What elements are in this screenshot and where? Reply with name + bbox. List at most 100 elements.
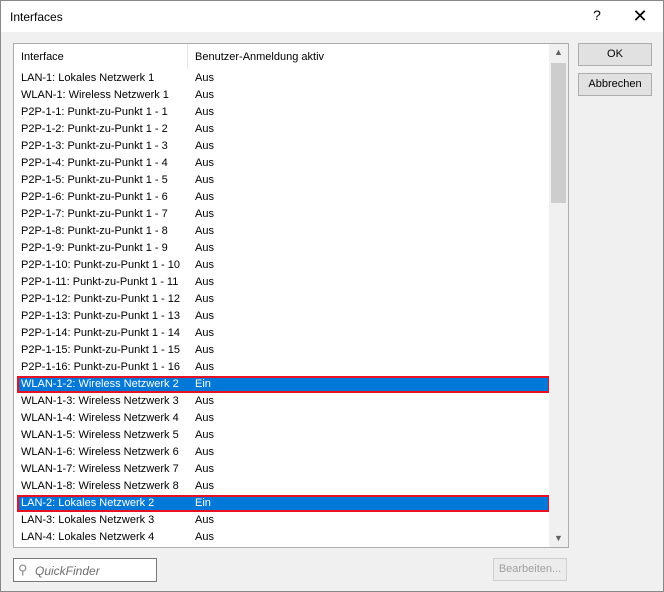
interface-cell: WLAN-1-5: Wireless Netzwerk 5 [21, 429, 179, 441]
close-button[interactable]: ✕ [623, 5, 657, 27]
login-status-cell: Aus [195, 157, 214, 169]
table-row[interactable]: WLAN-1-2: Wireless Netzwerk 2 Ein [17, 376, 550, 393]
login-status-cell: Aus [195, 327, 214, 339]
interface-cell: LAN-3: Lokales Netzwerk 3 [21, 514, 155, 526]
table-row[interactable]: WLAN-1-5: Wireless Netzwerk 5 Aus [17, 427, 550, 444]
interface-cell: P2P-1-10: Punkt-zu-Punkt 1 - 10 [21, 259, 180, 271]
table-row[interactable]: P2P-1-5: Punkt-zu-Punkt 1 - 5 Aus [17, 172, 550, 189]
cancel-button[interactable]: Abbrechen [578, 73, 652, 96]
interface-cell: WLAN-1-3: Wireless Netzwerk 3 [21, 395, 179, 407]
table-row[interactable]: P2P-1-1: Punkt-zu-Punkt 1 - 1 Aus [17, 104, 550, 121]
login-status-cell: Aus [195, 514, 214, 526]
interface-cell: WLAN-1-6: Wireless Netzwerk 6 [21, 446, 179, 458]
table-row[interactable]: WLAN-1-3: Wireless Netzwerk 3 Aus [17, 393, 550, 410]
table-row[interactable]: P2P-1-9: Punkt-zu-Punkt 1 - 9 Aus [17, 240, 550, 257]
interface-cell: WLAN-1-7: Wireless Netzwerk 7 [21, 463, 179, 475]
login-status-cell: Aus [195, 412, 214, 424]
login-status-cell: Aus [195, 395, 214, 407]
interface-cell: P2P-1-16: Punkt-zu-Punkt 1 - 16 [21, 361, 180, 373]
table-row[interactable]: WLAN-1-8: Wireless Netzwerk 8 Aus [17, 478, 550, 495]
table-row[interactable]: P2P-1-6: Punkt-zu-Punkt 1 - 6 Aus [17, 189, 550, 206]
login-status-cell: Aus [195, 310, 214, 322]
scroll-up-icon[interactable]: ▲ [549, 44, 568, 61]
table-header: Interface Benutzer-Anmeldung aktiv [14, 44, 549, 69]
interface-cell: P2P-1-6: Punkt-zu-Punkt 1 - 6 [21, 191, 168, 203]
login-status-cell: Aus [195, 191, 214, 203]
scroll-down-icon[interactable]: ▼ [549, 530, 568, 547]
login-status-cell: Aus [195, 259, 214, 271]
interfaces-table: Interface Benutzer-Anmeldung aktiv LAN-1… [13, 43, 569, 548]
vertical-scrollbar[interactable]: ▲ ▼ [549, 44, 568, 547]
table-row[interactable]: P2P-1-11: Punkt-zu-Punkt 1 - 11 Aus [17, 274, 550, 291]
interface-cell: WLAN-1-2: Wireless Netzwerk 2 [21, 378, 179, 390]
interface-cell: P2P-1-11: Punkt-zu-Punkt 1 - 11 [21, 276, 179, 288]
table-row[interactable]: P2P-1-3: Punkt-zu-Punkt 1 - 3 Aus [17, 138, 550, 155]
interface-cell: P2P-1-5: Punkt-zu-Punkt 1 - 5 [21, 174, 168, 186]
table-row[interactable]: LAN-3: Lokales Netzwerk 3 Aus [17, 512, 550, 529]
interface-cell: P2P-1-14: Punkt-zu-Punkt 1 - 14 [21, 327, 180, 339]
table-row[interactable]: P2P-1-4: Punkt-zu-Punkt 1 - 4 Aus [17, 155, 550, 172]
table-row[interactable]: P2P-1-12: Punkt-zu-Punkt 1 - 12 Aus [17, 291, 550, 308]
interface-cell: LAN-4: Lokales Netzwerk 4 [21, 531, 155, 543]
table-row[interactable]: LAN-2: Lokales Netzwerk 2 Ein [17, 495, 550, 512]
login-status-cell: Aus [195, 106, 214, 118]
title-bar: Interfaces ? ✕ [1, 1, 663, 32]
edit-button[interactable]: Bearbeiten... [493, 558, 567, 581]
login-status-cell: Aus [195, 89, 214, 101]
interface-cell: P2P-1-4: Punkt-zu-Punkt 1 - 4 [21, 157, 168, 169]
ok-button[interactable]: OK [578, 43, 652, 66]
table-row[interactable]: P2P-1-2: Punkt-zu-Punkt 1 - 2 Aus [17, 121, 550, 138]
help-button[interactable]: ? [583, 7, 611, 27]
table-row[interactable]: WLAN-1-6: Wireless Netzwerk 6 Aus [17, 444, 550, 461]
interface-cell: P2P-1-7: Punkt-zu-Punkt 1 - 7 [21, 208, 168, 220]
login-status-cell: Aus [195, 463, 214, 475]
interface-cell: LAN-1: Lokales Netzwerk 1 [21, 72, 155, 84]
column-divider[interactable] [187, 44, 188, 69]
login-status-cell: Aus [195, 174, 214, 186]
table-row[interactable]: P2P-1-16: Punkt-zu-Punkt 1 - 16 Aus [17, 359, 550, 376]
table-row[interactable]: P2P-1-13: Punkt-zu-Punkt 1 - 13 Aus [17, 308, 550, 325]
interface-cell: P2P-1-12: Punkt-zu-Punkt 1 - 12 [21, 293, 180, 305]
table-row[interactable]: P2P-1-10: Punkt-zu-Punkt 1 - 10 Aus [17, 257, 550, 274]
table-row[interactable]: LAN-4: Lokales Netzwerk 4 Aus [17, 529, 550, 546]
scrollbar-thumb[interactable] [551, 63, 566, 203]
interfaces-dialog: Interfaces ? ✕ Interface Benutzer-Anmeld… [0, 0, 664, 592]
table-row[interactable]: P2P-1-7: Punkt-zu-Punkt 1 - 7 Aus [17, 206, 550, 223]
login-status-cell: Aus [195, 140, 214, 152]
quickfinder-input[interactable]: ⚲ QuickFinder [13, 558, 157, 582]
login-status-cell: Aus [195, 276, 214, 288]
table-row[interactable]: P2P-1-14: Punkt-zu-Punkt 1 - 14 Aus [17, 325, 550, 342]
interface-cell: P2P-1-9: Punkt-zu-Punkt 1 - 9 [21, 242, 168, 254]
login-status-cell: Ein [195, 378, 211, 390]
interface-cell: P2P-1-8: Punkt-zu-Punkt 1 - 8 [21, 225, 168, 237]
login-status-cell: Aus [195, 429, 214, 441]
interface-cell: WLAN-1: Wireless Netzwerk 1 [21, 89, 169, 101]
interface-cell: P2P-1-15: Punkt-zu-Punkt 1 - 15 [21, 344, 180, 356]
login-status-cell: Aus [195, 208, 214, 220]
login-status-cell: Aus [195, 480, 214, 492]
interface-cell: WLAN-1-8: Wireless Netzwerk 8 [21, 480, 179, 492]
login-status-cell: Aus [195, 123, 214, 135]
table-row[interactable]: WLAN-1-7: Wireless Netzwerk 7 Aus [17, 461, 550, 478]
column-header-interface[interactable]: Interface [21, 51, 64, 63]
table-row[interactable]: WLAN-1: Wireless Netzwerk 1 Aus [17, 87, 550, 104]
interface-cell: P2P-1-13: Punkt-zu-Punkt 1 - 13 [21, 310, 180, 322]
table-row[interactable]: P2P-1-15: Punkt-zu-Punkt 1 - 15 Aus [17, 342, 550, 359]
login-status-cell: Aus [195, 293, 214, 305]
interface-cell: LAN-2: Lokales Netzwerk 2 [21, 497, 155, 509]
window-title: Interfaces [10, 10, 63, 24]
magnifier-icon: ⚲ [18, 562, 28, 577]
table-row[interactable]: P2P-1-8: Punkt-zu-Punkt 1 - 8 Aus [17, 223, 550, 240]
login-status-cell: Aus [195, 242, 214, 254]
login-status-cell: Aus [195, 72, 214, 84]
interface-cell: P2P-1-3: Punkt-zu-Punkt 1 - 3 [21, 140, 168, 152]
interface-cell: P2P-1-1: Punkt-zu-Punkt 1 - 1 [21, 106, 168, 118]
interface-cell: P2P-1-2: Punkt-zu-Punkt 1 - 2 [21, 123, 168, 135]
table-row[interactable]: LAN-1: Lokales Netzwerk 1 Aus [17, 70, 550, 87]
login-status-cell: Aus [195, 225, 214, 237]
login-status-cell: Aus [195, 531, 214, 543]
table-row[interactable]: WLAN-1-4: Wireless Netzwerk 4 Aus [17, 410, 550, 427]
quickfinder-placeholder: QuickFinder [35, 564, 100, 578]
login-status-cell: Aus [195, 344, 214, 356]
column-header-login[interactable]: Benutzer-Anmeldung aktiv [195, 51, 324, 63]
